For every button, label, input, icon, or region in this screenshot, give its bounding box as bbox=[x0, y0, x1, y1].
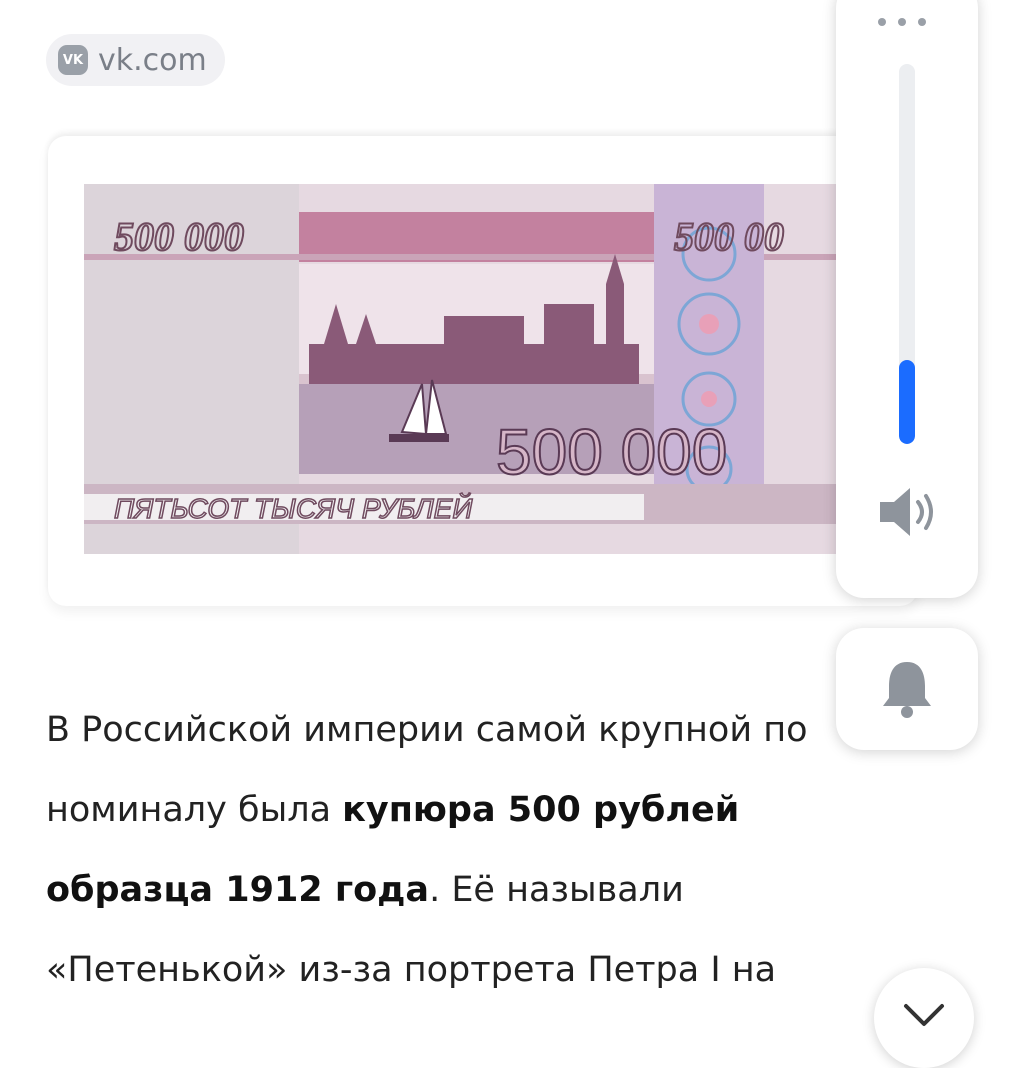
image-card[interactable]: 500 000 500 00 500 000 ПЯТЬСОТ ТЫСЯЧ РУБ… bbox=[48, 136, 918, 606]
denomination-main: 500 000 bbox=[496, 416, 727, 488]
volume-panel bbox=[836, 0, 978, 598]
volume-slider[interactable] bbox=[899, 64, 915, 444]
source-link[interactable]: VK vk.com bbox=[46, 34, 225, 86]
banknote-illustration: 500 000 500 00 500 000 ПЯТЬСОТ ТЫСЯЧ РУБ… bbox=[84, 184, 844, 554]
more-dots-icon[interactable] bbox=[878, 18, 926, 26]
volume-slider-fill bbox=[899, 360, 915, 444]
speaker-icon[interactable] bbox=[876, 484, 940, 540]
denomination-words: ПЯТЬСОТ ТЫСЯЧ РУБЛЕЙ bbox=[114, 492, 473, 524]
article-line-4: «Петенькой» из-за портрета Петра I на bbox=[46, 950, 777, 990]
article-line-3-plain: . Её называли bbox=[429, 870, 684, 910]
article-highlight-2: образца 1912 года bbox=[46, 870, 430, 910]
cut-off-text-line bbox=[48, 0, 828, 14]
article-line-3: образца 1912 года. Её называли bbox=[46, 850, 866, 930]
banknote-image: 500 000 500 00 500 000 ПЯТЬСОТ ТЫСЯЧ РУБ… bbox=[84, 184, 844, 554]
denomination-top-left: 500 000 bbox=[114, 214, 244, 259]
article-line-2-plain: номиналу была bbox=[46, 790, 343, 830]
article-highlight-1: купюра 500 рублей bbox=[342, 790, 740, 830]
article-text: В Российской империи самой крупной по но… bbox=[46, 690, 866, 1010]
denomination-top-right: 500 00 bbox=[674, 214, 784, 259]
article-line-2: номиналу была купюра 500 рублей bbox=[46, 770, 866, 850]
article-line-1: В Российской империи самой крупной по bbox=[46, 710, 808, 750]
collapse-button[interactable] bbox=[874, 968, 974, 1068]
bell-icon[interactable] bbox=[880, 658, 934, 720]
vk-icon: VK bbox=[58, 45, 88, 75]
source-label: vk.com bbox=[98, 42, 207, 78]
notifications-panel[interactable] bbox=[836, 628, 978, 750]
chevron-down-icon bbox=[904, 1004, 944, 1026]
